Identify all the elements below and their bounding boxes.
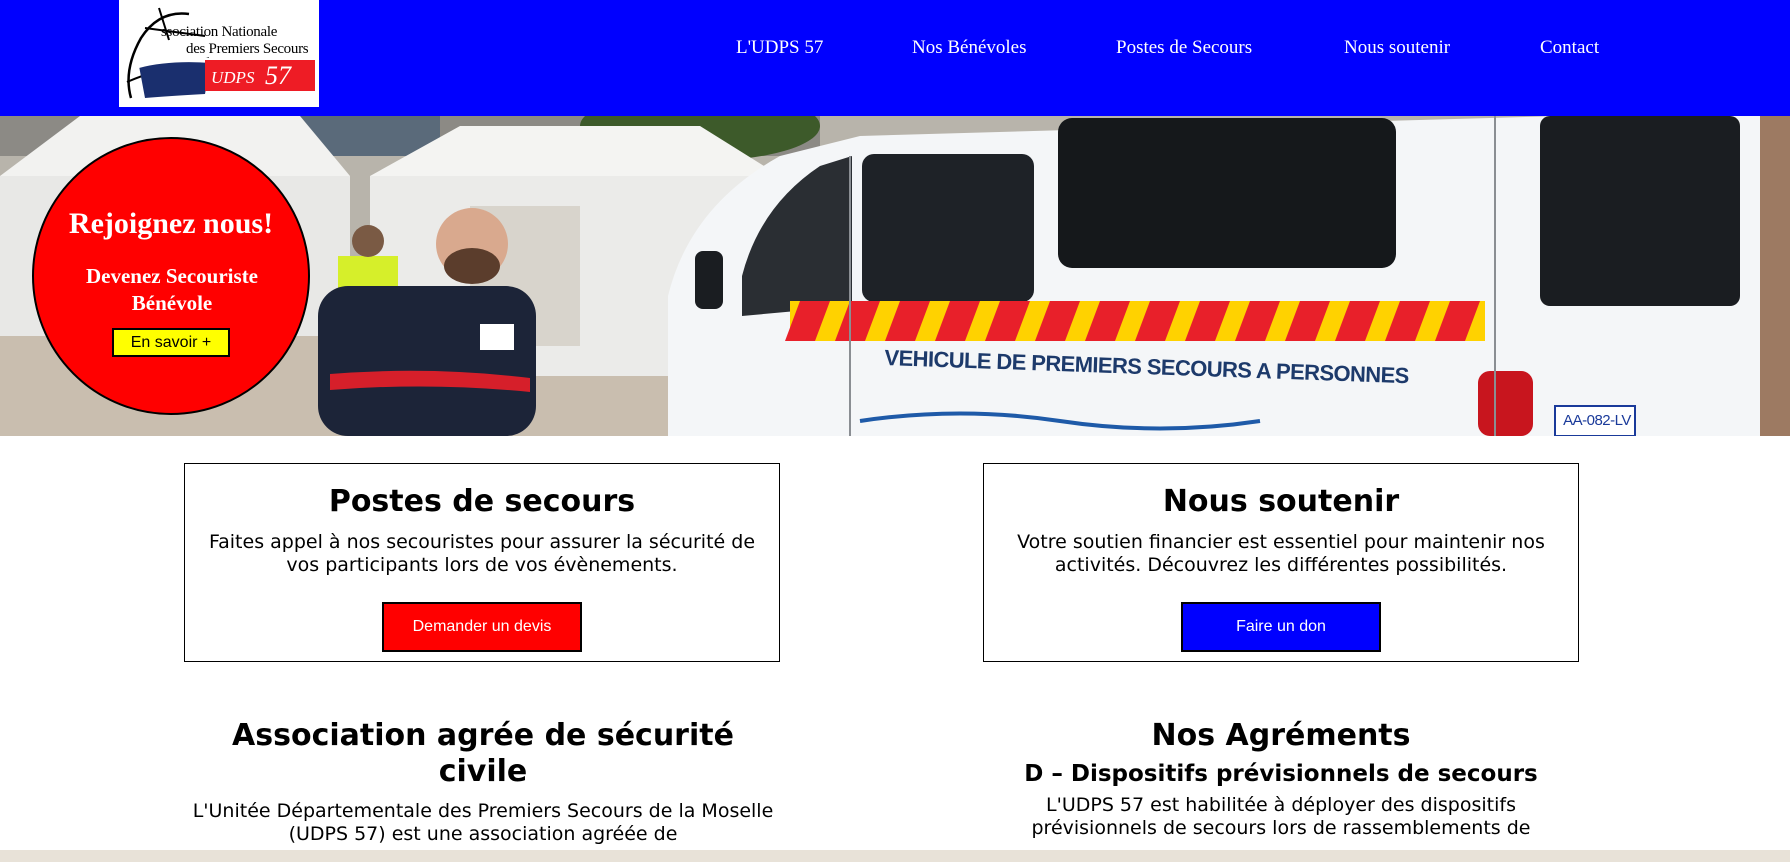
section-title-agrements: Nos Agréments <box>1151 718 1411 753</box>
site-header: ssociation Nationale des Premiers Secour… <box>0 0 1790 116</box>
card-title-postes: Postes de secours <box>328 484 636 519</box>
donate-button[interactable]: Faire un don <box>1181 602 1381 652</box>
logo-udps-text: UDPS <box>211 68 255 87</box>
card-postes-de-secours: Postes de secours Faites appel à nos sec… <box>184 463 780 662</box>
join-us-circle: Rejoignez nous! Devenez Secouriste Bénév… <box>32 137 310 415</box>
nav-item-contact[interactable]: Contact <box>1540 37 1599 59</box>
nav-item-postes-de-secours[interactable]: Postes de Secours <box>1116 37 1252 59</box>
request-quote-button[interactable]: Demander un devis <box>382 602 582 652</box>
nav-item-nous-soutenir[interactable]: Nous soutenir <box>1344 37 1450 59</box>
nav-item-benevoles[interactable]: Nos Bénévoles <box>912 37 1027 59</box>
browser-bottom-bar <box>0 850 1790 862</box>
section-agrements: Nos Agréments D – Dispositifs prévisionn… <box>981 718 1581 840</box>
card-text-postes: Faites appel à nos secouristes pour assu… <box>208 531 756 576</box>
logo-udps-number: 57 <box>265 61 291 90</box>
section-association: Association agrée de sécurité civile L'U… <box>183 718 783 846</box>
card-nous-soutenir: Nous soutenir Votre soutien financier es… <box>983 463 1579 662</box>
section-text-association: L'Unitée Départementale des Premiers Sec… <box>192 800 774 845</box>
join-us-subtitle: Devenez Secouriste Bénévole <box>85 264 259 315</box>
nav-item-udps57[interactable]: L'UDPS 57 <box>736 37 823 59</box>
section-subtitle-agrements: D – Dispositifs prévisionnels de secours <box>1024 761 1538 787</box>
section-title-association: Association agrée de sécurité civile <box>232 718 734 789</box>
section-text-agrements: L'UDPS 57 est habilitée à déployer des d… <box>1031 794 1531 839</box>
join-us-title: Rejoignez nous! <box>68 207 274 240</box>
learn-more-button[interactable]: En savoir + <box>112 328 230 357</box>
card-text-soutenir: Votre soutien financier est essentiel po… <box>1017 531 1545 576</box>
card-title-soutenir: Nous soutenir <box>1162 484 1400 519</box>
van-license-plate: AA-082-LV <box>1563 412 1631 429</box>
main-nav: L'UDPS 57 Nos Bénévoles Postes de Secour… <box>0 37 1790 65</box>
